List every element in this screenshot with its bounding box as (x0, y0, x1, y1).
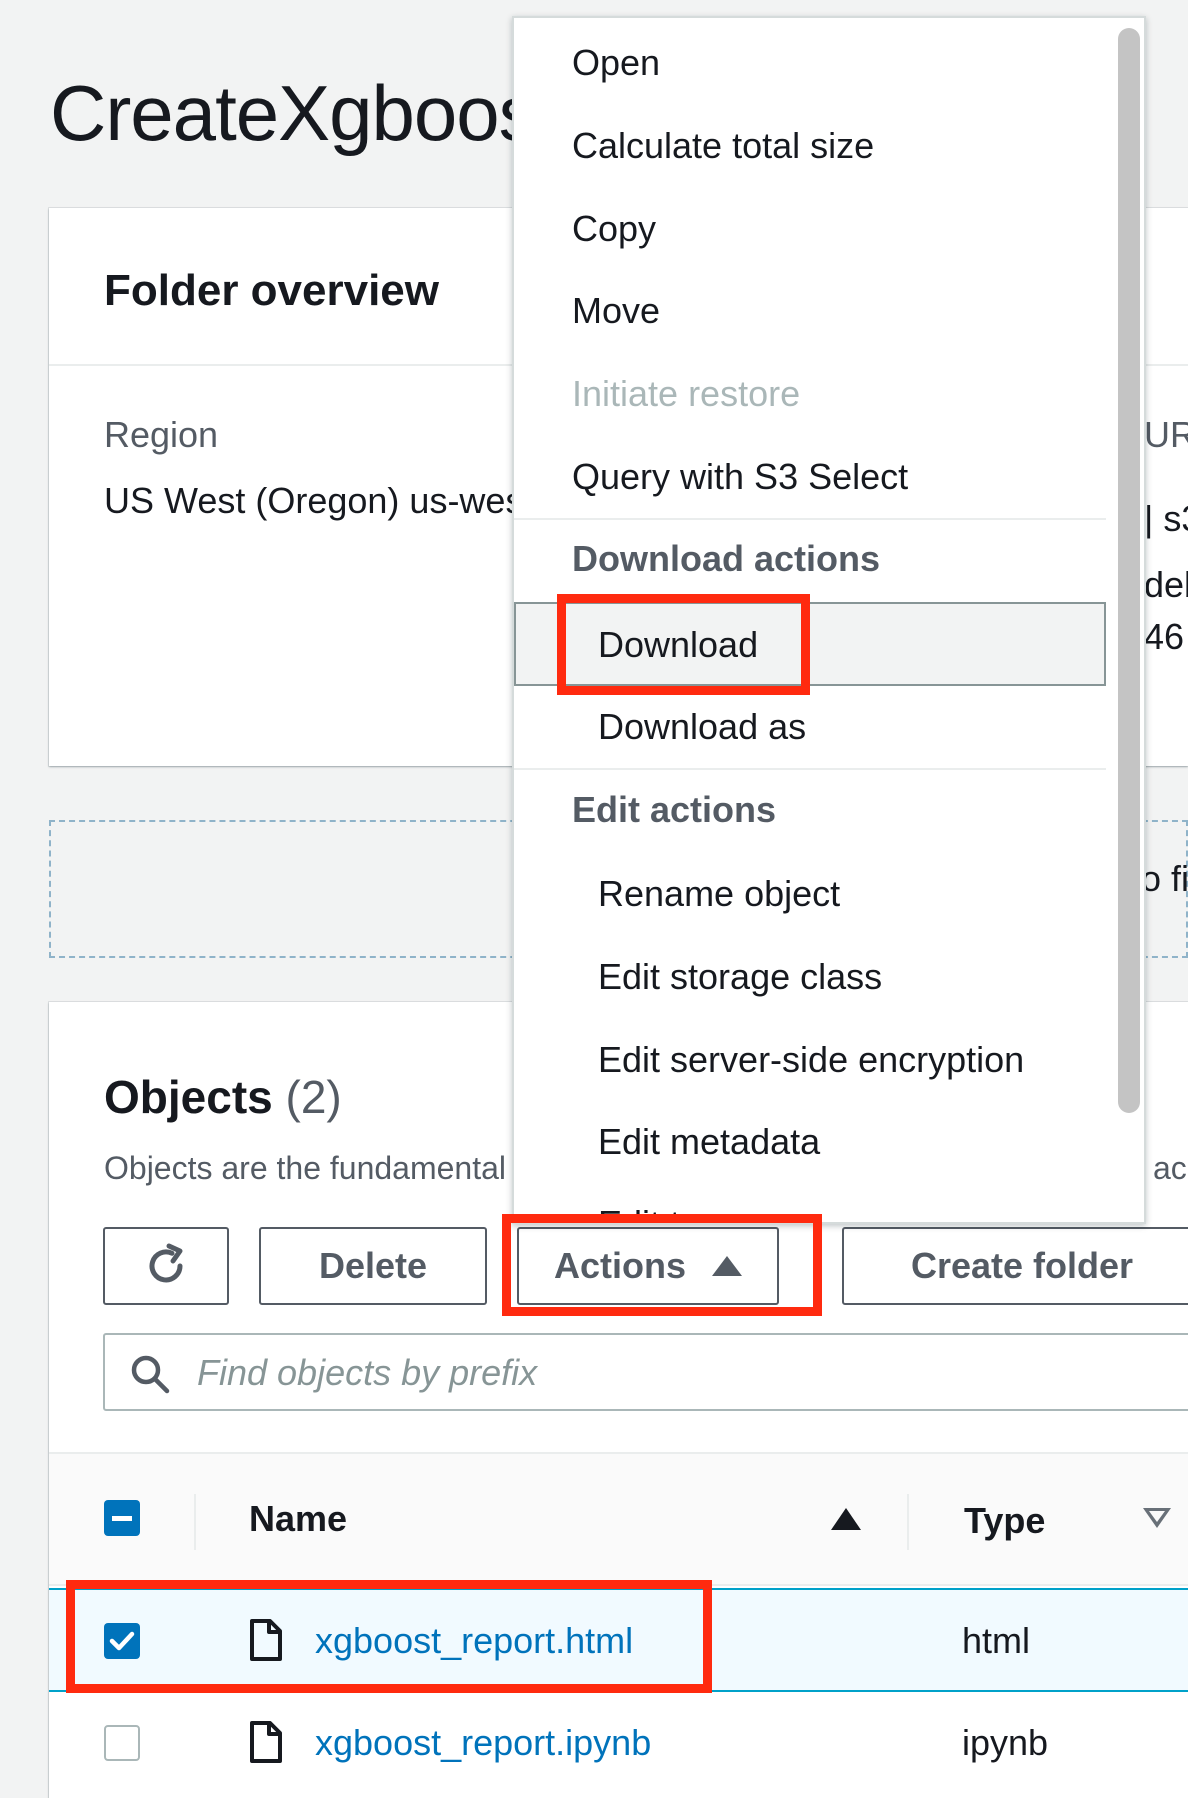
annotation-highlight-actions (502, 1214, 822, 1316)
menu-scrollbar-thumb[interactable] (1118, 28, 1140, 1113)
table-header: Name Type (49, 1452, 1188, 1586)
delete-button[interactable]: Delete (259, 1227, 487, 1305)
table-row[interactable]: xgboost_report.ipynb ipynb (49, 1692, 1188, 1796)
menu-item-copy[interactable]: Copy (572, 208, 656, 250)
menu-divider (514, 768, 1106, 770)
select-all-checkbox[interactable] (104, 1500, 140, 1536)
search-input[interactable] (197, 1349, 1097, 1397)
create-folder-button[interactable]: Create folder (842, 1227, 1188, 1305)
menu-item-download-as[interactable]: Download as (598, 706, 806, 748)
dropzone-text: o fi (1141, 858, 1188, 899)
object-link[interactable]: xgboost_report.ipynb (315, 1722, 651, 1764)
menu-group-edit-actions: Edit actions (572, 789, 777, 830)
refresh-icon (149, 1243, 183, 1283)
region-label: Region (104, 414, 219, 455)
column-divider (194, 1494, 196, 1550)
menu-item-open[interactable]: Open (572, 42, 660, 84)
annotation-highlight-selected-row (66, 1580, 712, 1693)
object-type: html (962, 1620, 1031, 1661)
objects-count: (2) (285, 1071, 342, 1123)
menu-group-download-actions: Download actions (572, 538, 881, 579)
search-icon (131, 1355, 170, 1394)
objects-description-tail: ac (1153, 1150, 1187, 1186)
region-value: US West (Oregon) us-west-2 (104, 480, 566, 521)
refresh-button[interactable] (103, 1227, 229, 1305)
menu-item-query-s3-select[interactable]: Query with S3 Select (572, 456, 908, 498)
file-icon (250, 1721, 282, 1763)
annotation-highlight-download (557, 594, 810, 695)
column-header-name[interactable]: Name (249, 1498, 347, 1540)
menu-item-edit-encryption[interactable]: Edit server-side encryption (598, 1039, 1024, 1081)
objects-title: Objects (2) (104, 1070, 342, 1124)
uri-label: UR (1144, 414, 1188, 455)
uri-value: | s3 (1144, 498, 1188, 539)
arn-value-line2: 46 (1144, 616, 1185, 657)
menu-item-calculate-total-size[interactable]: Calculate total size (572, 125, 874, 167)
arn-value: deb (1144, 564, 1188, 605)
menu-item-rename-object[interactable]: Rename object (598, 873, 840, 915)
column-divider (907, 1494, 909, 1550)
menu-item-edit-storage-class[interactable]: Edit storage class (598, 956, 882, 998)
menu-item-initiate-restore: Initiate restore (572, 373, 801, 414)
folder-overview-title: Folder overview (104, 266, 440, 315)
row-checkbox[interactable] (104, 1725, 140, 1761)
sort-descending-icon[interactable] (1143, 1508, 1171, 1528)
menu-divider (514, 518, 1106, 520)
column-header-type[interactable]: Type (964, 1500, 1045, 1542)
object-type: ipynb (962, 1722, 1049, 1763)
search-box (103, 1333, 1188, 1411)
sort-ascending-icon[interactable] (831, 1508, 861, 1530)
menu-item-edit-metadata[interactable]: Edit metadata (598, 1121, 820, 1163)
objects-title-text: Objects (104, 1071, 273, 1123)
menu-item-move[interactable]: Move (572, 290, 660, 332)
